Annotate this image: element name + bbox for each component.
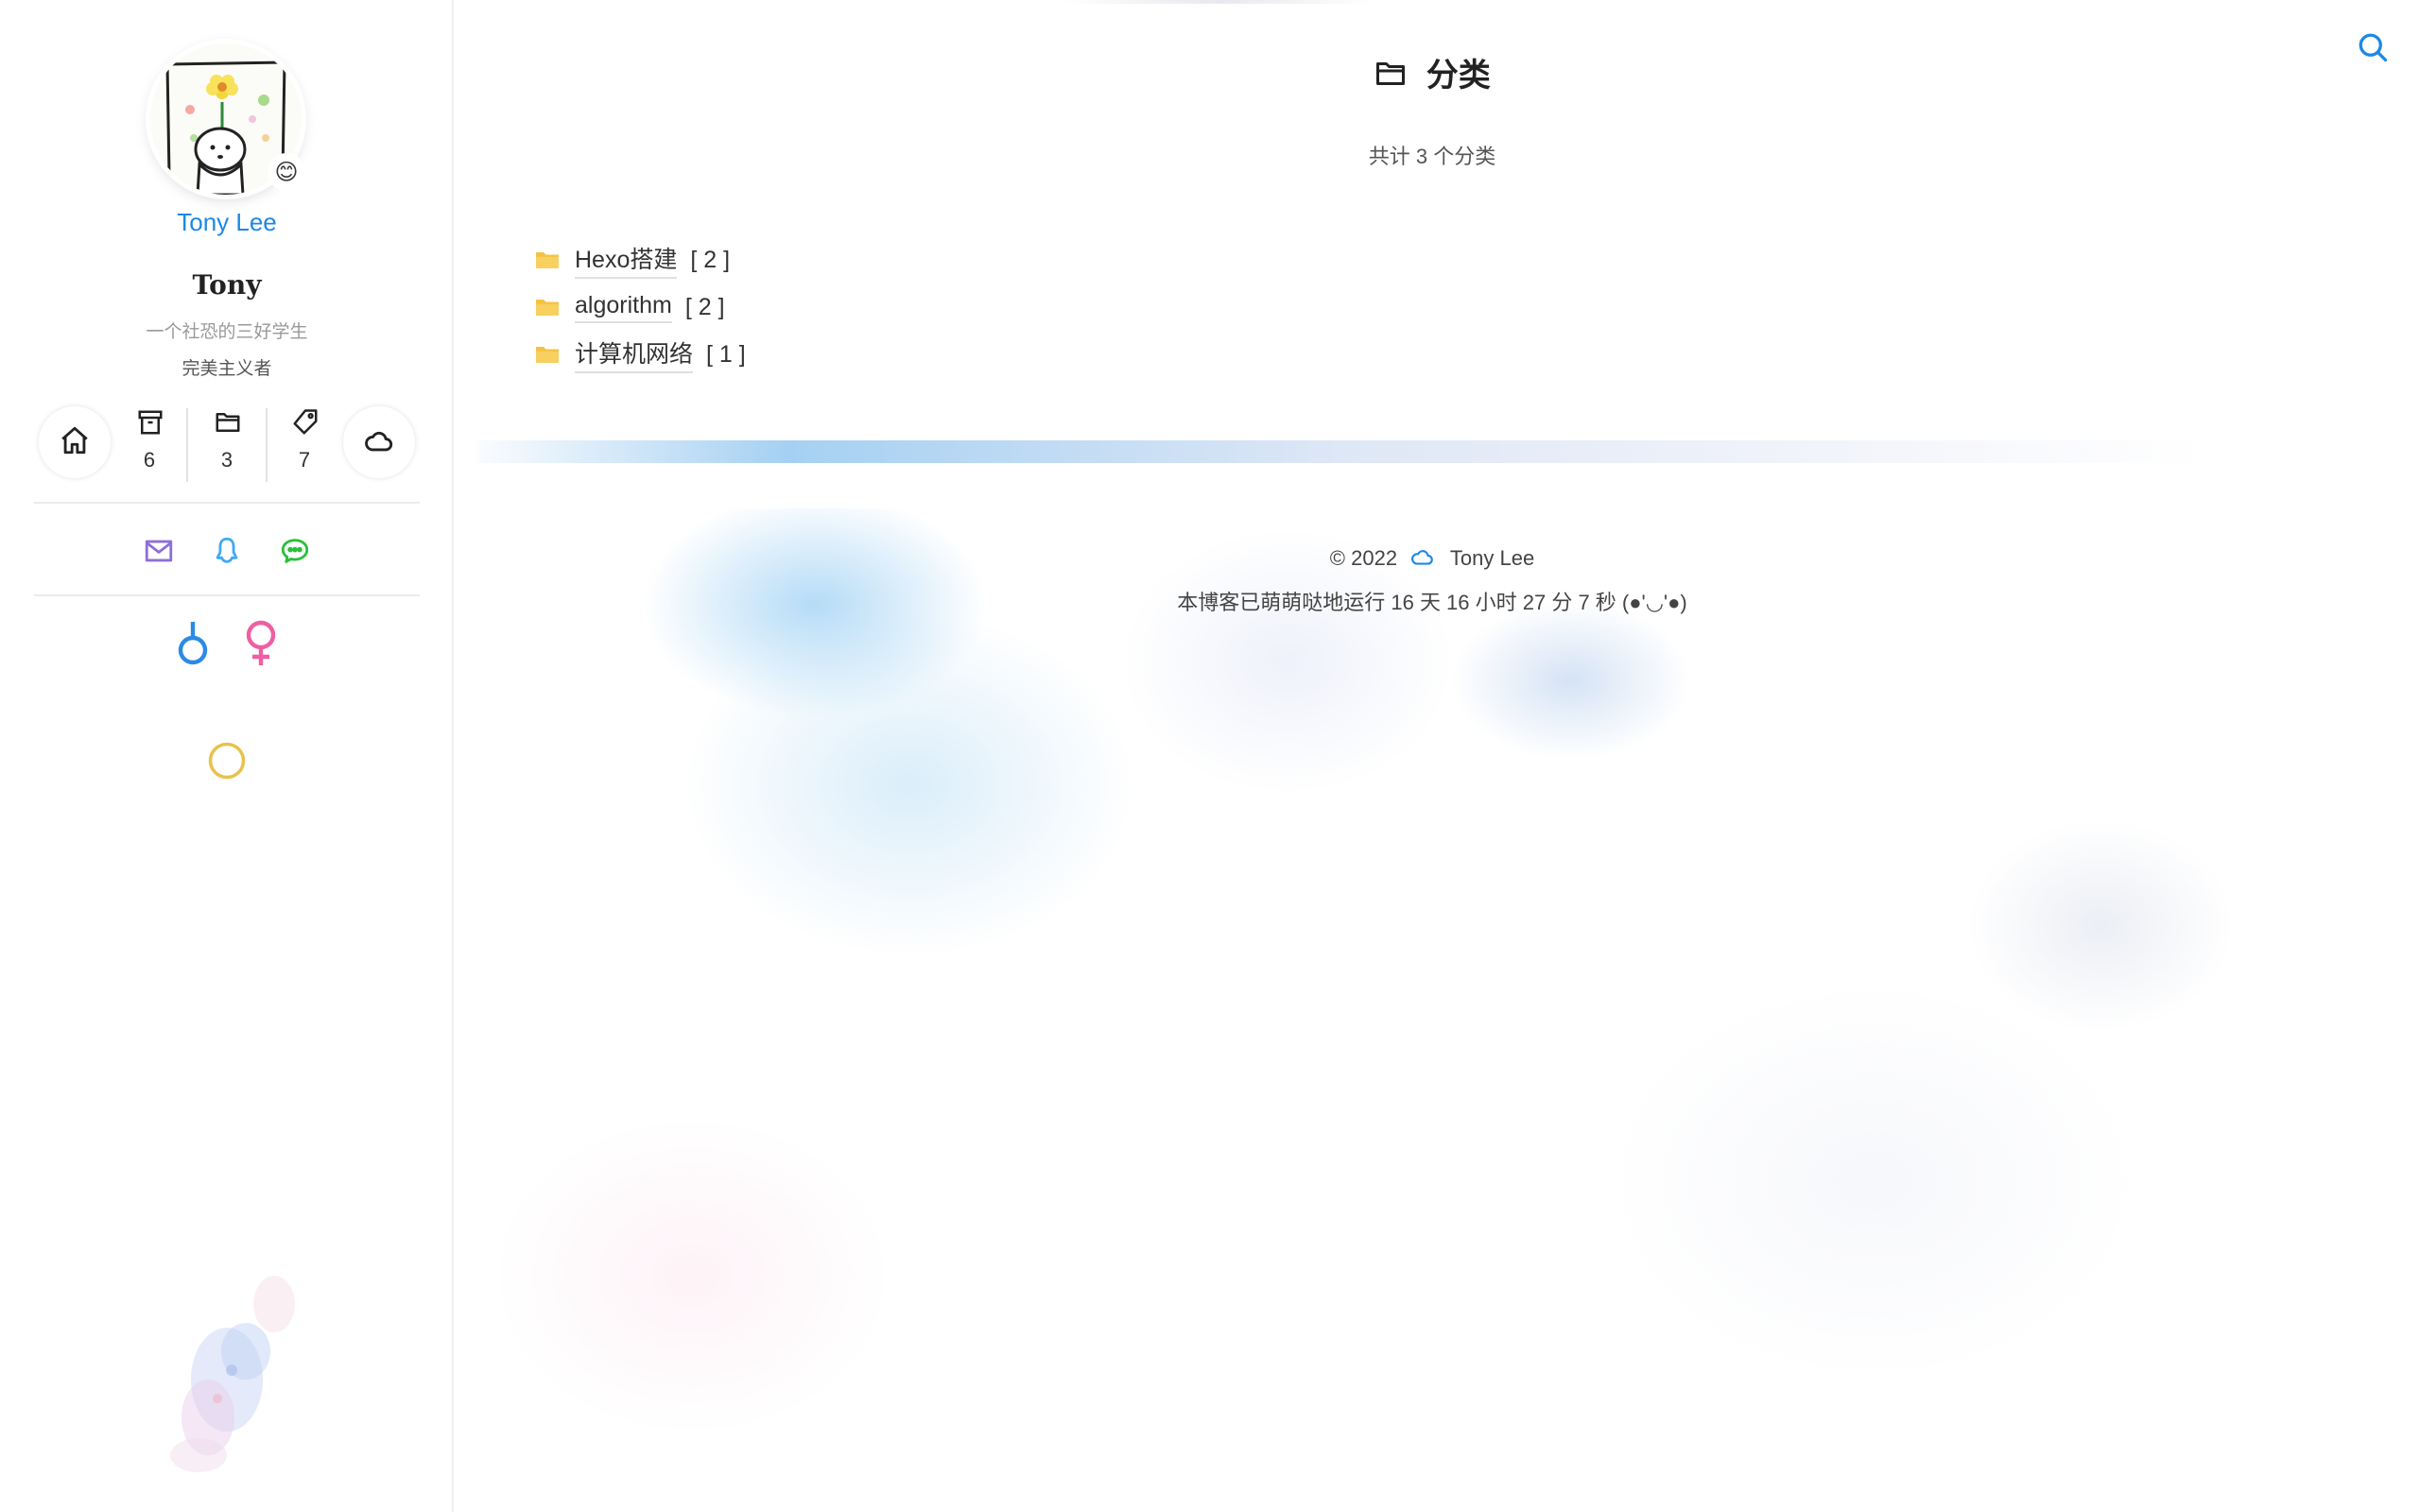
category-item: Hexo搭建 [ 2 ]: [535, 236, 746, 284]
stat-categories-count: 3: [220, 448, 233, 472]
gender-icons: [0, 620, 454, 677]
tag-icon: [291, 408, 320, 441]
decorative-figure: [142, 1266, 331, 1484]
site-name: Tony: [192, 269, 262, 301]
mail-icon[interactable]: [143, 535, 175, 572]
cloud-icon: [363, 424, 395, 461]
footer-author[interactable]: Tony Lee: [1450, 546, 1534, 570]
category-count-badge: [ 2 ]: [684, 293, 725, 320]
divider-white: [476, 463, 2206, 508]
right-edge: [2409, 0, 2420, 1512]
category-link[interactable]: 计算机网络: [575, 335, 694, 373]
qq-icon[interactable]: [211, 535, 243, 572]
category-item: 计算机网络 [ 1 ]: [535, 331, 746, 378]
folder-icon: [535, 249, 560, 270]
author-name-link[interactable]: Tony Lee: [0, 208, 454, 237]
home-icon: [59, 424, 91, 461]
folder-icon: [1374, 58, 1426, 94]
category-count-badge: [ 1 ]: [706, 340, 746, 368]
stat-categories[interactable]: 3: [188, 404, 266, 480]
copyright-text: © 2022: [1329, 546, 1398, 570]
sidebar: 😊 Tony Lee Tony 一个社恐的三好学生 完美主义者 6 3 7: [0, 0, 454, 1512]
footer-copyright: © 2022 Tony Lee: [456, 546, 2409, 571]
archive-icon: [136, 408, 164, 441]
male-icon: [174, 620, 212, 672]
top-strip: [1063, 0, 1374, 4]
home-button[interactable]: [39, 406, 111, 478]
folder-icon: [535, 344, 560, 365]
sidebar-divider: [34, 502, 420, 504]
social-links: [0, 535, 454, 569]
category-link[interactable]: Hexo搭建: [575, 241, 678, 279]
category-count: 共计 3 个分类: [1368, 145, 1496, 168]
main-content: 分类 共计 3 个分类 Hexo搭建 [ 2 ] algorithm [ 2 ]…: [456, 0, 2420, 1512]
page-title: 分类: [456, 49, 2409, 95]
cloud-icon: [1403, 546, 1450, 570]
stat-archives[interactable]: 6: [111, 404, 188, 480]
category-list: Hexo搭建 [ 2 ] algorithm [ 2 ] 计算机网络 [ 1 ]: [535, 236, 746, 378]
cloud-button[interactable]: [343, 406, 415, 478]
search-icon[interactable]: [2356, 30, 2390, 69]
stat-tags[interactable]: 7: [266, 404, 343, 480]
site-subtitle: 一个社恐的三好学生: [146, 322, 308, 342]
avatar-wrapper[interactable]: 😊: [150, 43, 305, 195]
category-link[interactable]: algorithm: [575, 292, 672, 323]
stat-archives-count: 6: [143, 448, 156, 472]
page-title-text: 分类: [1426, 58, 1491, 94]
divider-band: [476, 440, 2206, 463]
site-stats: 6 3 7: [0, 404, 454, 482]
folder-icon: [214, 408, 242, 441]
avatar-badge: 😊: [268, 153, 305, 191]
moon-icon[interactable]: [207, 741, 247, 785]
wechat-icon[interactable]: [279, 535, 311, 572]
category-item: algorithm [ 2 ]: [535, 284, 746, 331]
stat-tags-count: 7: [298, 448, 311, 472]
female-icon: [242, 620, 280, 672]
category-count-badge: [ 2 ]: [690, 246, 731, 273]
sidebar-divider: [34, 594, 420, 596]
site-subtitle-2: 完美主义者: [182, 359, 272, 379]
footer-runtime: 本博客已萌萌哒地运行 16 天 16 小时 27 分 7 秒 (●'◡'●): [1177, 591, 1687, 614]
folder-icon: [535, 297, 560, 318]
